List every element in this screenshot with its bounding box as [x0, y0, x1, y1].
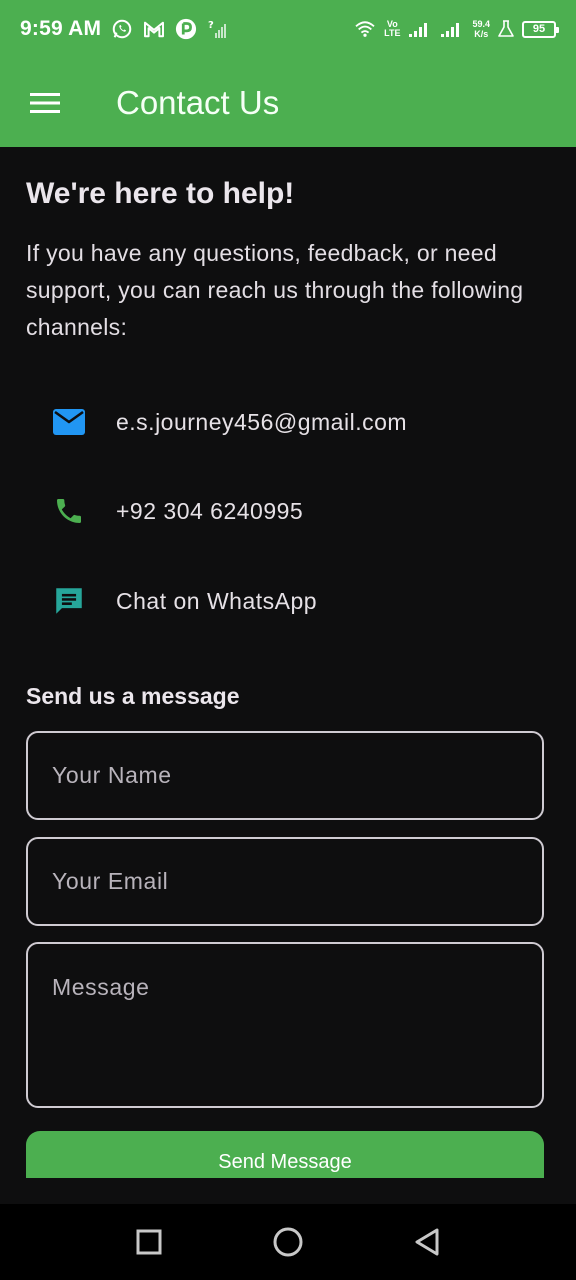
app-badge-icon: [175, 18, 197, 40]
signal-bars-icon-1: [408, 20, 432, 38]
hamburger-menu-icon[interactable]: [26, 84, 64, 122]
speed-value: 59.4: [472, 19, 490, 29]
network-speed: 59.4 K/s: [472, 19, 490, 39]
status-bar: 9:59 AM ? Vo LTE 59.4 K/s 95: [0, 0, 576, 58]
form-heading: Send us a message: [26, 683, 240, 709]
contact-whatsapp-row[interactable]: Chat on WhatsApp: [26, 575, 526, 627]
intro-heading: We're here to help!: [26, 177, 295, 210]
contact-phone-row[interactable]: +92 304 6240995: [26, 485, 526, 537]
name-field[interactable]: Your Name: [26, 731, 544, 820]
contact-email-text: e.s.journey456@gmail.com: [116, 408, 408, 435]
gmail-icon: [143, 20, 165, 38]
send-message-button[interactable]: Send Message: [26, 1131, 544, 1178]
send-message-label: Send Message: [218, 1151, 352, 1173]
email-placeholder: Your Email: [52, 868, 169, 894]
status-time: 9:59 AM: [20, 17, 102, 40]
battery-icon: 95: [522, 20, 559, 38]
system-icons: Vo LTE 59.4 K/s 95: [354, 19, 559, 39]
home-button[interactable]: [260, 1214, 316, 1270]
square-icon: [136, 1229, 162, 1255]
signal-bars-icon-2: [440, 20, 464, 38]
speed-unit: K/s: [474, 29, 489, 39]
flask-icon: [498, 20, 514, 38]
svg-text:?: ?: [208, 20, 214, 31]
system-nav-bar: [0, 1204, 576, 1280]
name-placeholder: Your Name: [52, 762, 172, 788]
app-bar: Contact Us: [0, 58, 576, 147]
intro-text: If you have any questions, feedback, or …: [26, 240, 524, 340]
email-field[interactable]: Your Email: [26, 837, 544, 926]
volte-indicator: Vo LTE: [384, 20, 400, 38]
triangle-back-icon: [415, 1228, 439, 1256]
contact-whatsapp-text: Chat on WhatsApp: [116, 587, 318, 614]
notification-icons: ?: [111, 18, 227, 40]
chat-icon: [50, 582, 88, 620]
back-button[interactable]: [399, 1214, 455, 1270]
signal-unknown-icon: ?: [207, 18, 227, 40]
contact-email-row[interactable]: e.s.journey456@gmail.com: [26, 396, 526, 448]
message-field[interactable]: Message: [26, 942, 544, 1108]
email-icon: [50, 403, 88, 441]
whatsapp-icon: [111, 18, 133, 40]
lte-label: LTE: [384, 28, 401, 38]
circle-icon: [273, 1227, 303, 1257]
wifi-icon: [354, 20, 376, 38]
contact-phone-text: +92 304 6240995: [116, 497, 304, 524]
phone-icon: [50, 492, 88, 530]
message-placeholder: Message: [52, 974, 150, 1000]
page-title: Contact Us: [116, 83, 280, 121]
recent-apps-button[interactable]: [121, 1214, 177, 1270]
